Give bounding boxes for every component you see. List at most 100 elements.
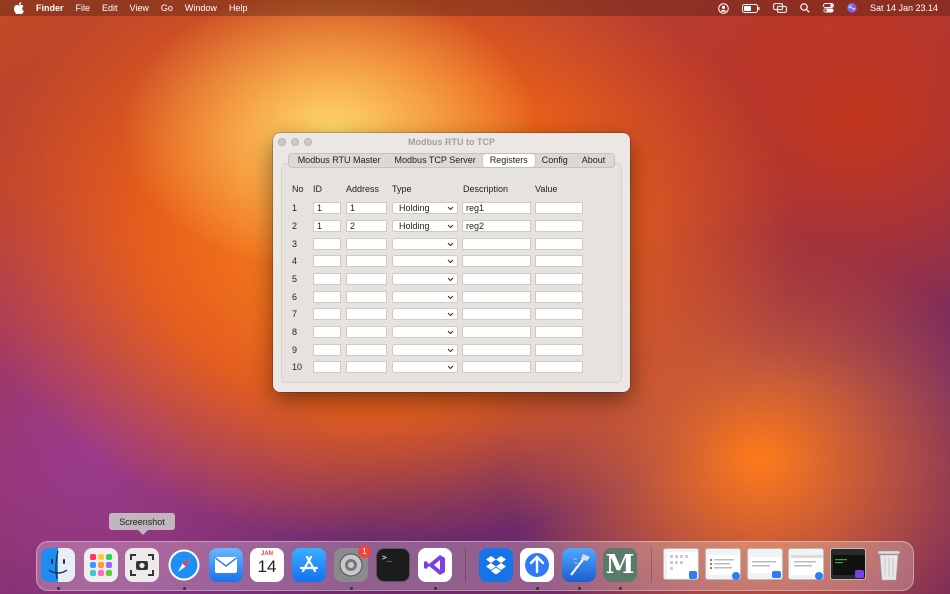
column-header-value: Value [535,184,558,194]
id-field[interactable] [313,273,341,285]
window-title: Modbus RTU to TCP [408,137,495,147]
terminal-icon[interactable]: >_ [376,548,410,582]
trash-icon[interactable] [872,548,906,582]
value-field[interactable] [535,255,583,267]
dock-tooltip: Screenshot [109,513,175,535]
window-minimize-button[interactable] [291,138,299,146]
id-field[interactable] [313,361,341,373]
menu-window[interactable]: Window [185,3,217,13]
description-field[interactable] [462,291,531,303]
menu-app-finder[interactable]: Finder [36,3,64,13]
apple-menu-icon[interactable] [12,2,26,14]
address-field[interactable] [346,255,387,267]
dropbox-icon[interactable] [479,548,513,582]
address-field[interactable] [346,326,387,338]
screenshot-icon[interactable] [125,548,159,582]
user-icon[interactable] [718,2,729,14]
minimized-window-thumbnail-4[interactable] [788,548,824,580]
battery-icon[interactable] [741,3,760,13]
value-field[interactable] [535,361,583,373]
minimized-window-thumbnail-5[interactable] [830,548,866,580]
type-select[interactable] [392,308,458,320]
address-field[interactable]: 1 [346,202,387,214]
window-titlebar[interactable]: Modbus RTU to TCP [273,133,630,151]
value-field[interactable] [535,326,583,338]
tab-modbus-tcp-server[interactable]: Modbus TCP Server [388,154,483,167]
value-field[interactable] [535,344,583,356]
type-select[interactable] [392,273,458,285]
id-field[interactable] [313,326,341,338]
address-field[interactable] [346,344,387,356]
tab-registers[interactable]: Registers [482,154,535,167]
visual-studio-icon[interactable] [418,548,452,582]
launchpad-icon[interactable] [84,548,118,582]
type-select[interactable]: Holding [392,220,458,232]
control-center-icon[interactable] [822,3,834,13]
type-select[interactable]: Holding [392,202,458,214]
row-number: 8 [292,327,298,337]
description-field[interactable] [462,361,531,373]
type-select[interactable] [392,238,458,250]
description-field[interactable] [462,255,531,267]
description-field[interactable] [462,344,531,356]
calendar-icon[interactable]: JAN 14 [250,548,284,582]
id-field[interactable] [313,291,341,303]
spotlight-search-icon[interactable] [800,3,810,13]
menu-go[interactable]: Go [161,3,173,13]
address-field[interactable] [346,291,387,303]
type-select[interactable] [392,361,458,373]
xcode-icon[interactable] [562,548,596,582]
id-field[interactable] [313,308,341,320]
m-app-icon[interactable]: M [603,548,637,582]
tab-modbus-rtu-master[interactable]: Modbus RTU Master [291,154,388,167]
menu-help[interactable]: Help [229,3,248,13]
id-field[interactable] [313,344,341,356]
screen-mirroring-icon[interactable] [773,3,787,13]
description-field[interactable] [462,326,531,338]
description-field[interactable]: reg1 [462,202,531,214]
tab-about[interactable]: About [575,154,613,167]
safari-icon[interactable] [167,548,201,582]
description-field[interactable] [462,308,531,320]
column-header-address: Address [346,184,380,194]
address-field[interactable] [346,238,387,250]
description-field[interactable] [462,273,531,285]
app-store-icon[interactable] [292,548,326,582]
type-select[interactable] [392,326,458,338]
window-close-button[interactable] [278,138,286,146]
address-field[interactable] [346,308,387,320]
value-field[interactable] [535,308,583,320]
address-field[interactable] [346,361,387,373]
minimized-window-thumbnail-2[interactable] [705,548,741,580]
finder-icon[interactable] [41,548,75,582]
minimized-window-thumbnail-3[interactable] [747,548,783,580]
id-field[interactable]: 1 [313,220,341,232]
row-number: 1 [292,203,298,213]
address-field[interactable]: 2 [346,220,387,232]
value-field[interactable] [535,291,583,303]
value-field[interactable] [535,202,583,214]
window-zoom-button[interactable] [304,138,312,146]
menu-edit[interactable]: Edit [102,3,118,13]
mail-icon[interactable] [209,548,243,582]
tab-config[interactable]: Config [535,154,575,167]
id-field[interactable] [313,238,341,250]
value-field[interactable] [535,238,583,250]
menu-view[interactable]: View [130,3,149,13]
description-field[interactable]: reg2 [462,220,531,232]
menu-clock[interactable]: Sat 14 Jan 23.14 [870,3,938,13]
type-select[interactable] [392,344,458,356]
value-field[interactable] [535,220,583,232]
description-field[interactable] [462,238,531,250]
transmit-icon[interactable] [520,548,554,582]
dock-separator-minimized [651,548,652,582]
id-field[interactable] [313,255,341,267]
menu-file[interactable]: File [76,3,91,13]
siri-icon[interactable] [847,3,857,13]
value-field[interactable] [535,273,583,285]
id-field[interactable]: 1 [313,202,341,214]
type-select[interactable] [392,255,458,267]
type-select[interactable] [392,291,458,303]
minimized-window-thumbnail-1[interactable] [663,548,699,580]
address-field[interactable] [346,273,387,285]
